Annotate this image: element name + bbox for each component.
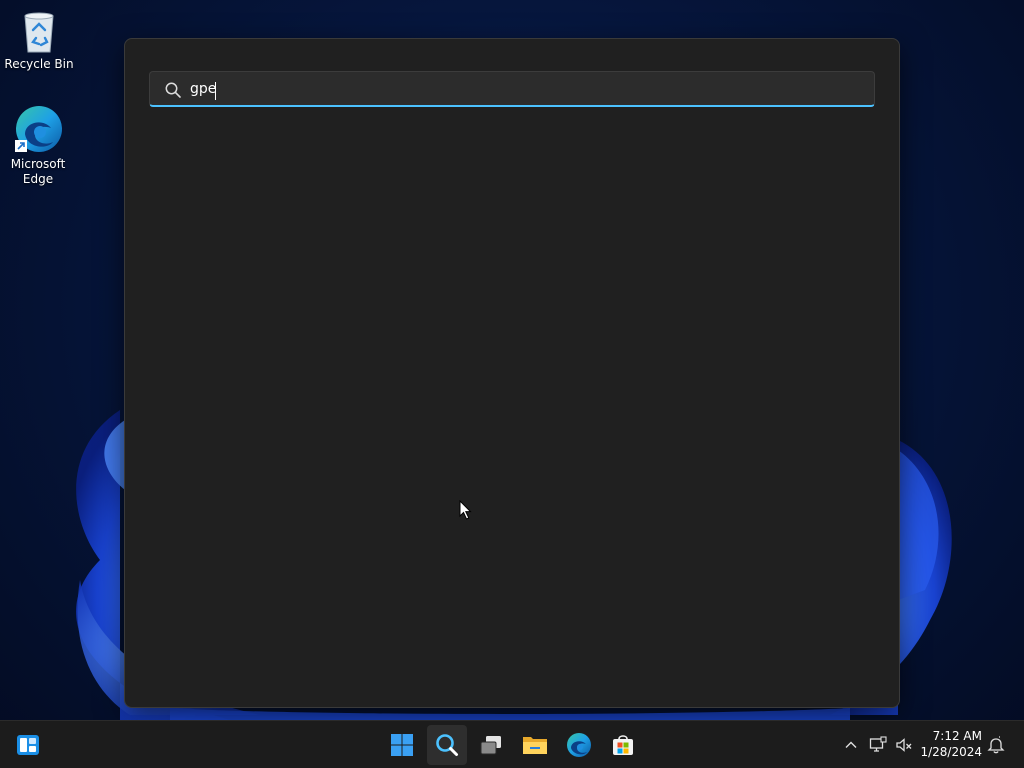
task-view-icon (480, 736, 501, 755)
folder-icon (523, 737, 547, 754)
network-status-button[interactable] (866, 733, 890, 757)
clock-time: 7:12 AM (932, 729, 982, 743)
taskbar-store-button[interactable] (603, 725, 643, 765)
desktop-icon-recycle-bin[interactable]: Recycle Bin (1, 8, 77, 72)
volume-muted-icon (896, 738, 912, 752)
search-box[interactable] (149, 71, 875, 107)
text-caret (215, 82, 216, 100)
edge-icon (15, 106, 62, 152)
windows-logo-icon (391, 734, 413, 756)
desktop-icon-label: Microsoft Edge (10, 157, 66, 186)
taskbar-edge-button[interactable] (559, 725, 599, 765)
taskbar-clock[interactable]: 7:12 AM 1/28/2024 (912, 728, 982, 760)
edge-icon (567, 733, 591, 757)
recycle-bin-icon (24, 12, 54, 53)
mouse-cursor-icon (459, 500, 472, 520)
chevron-up-icon (845, 741, 857, 748)
taskbar: 7:12 AM 1/28/2024 (0, 720, 1024, 768)
search-input[interactable] (190, 76, 860, 102)
widgets-icon (17, 735, 39, 755)
notifications-button[interactable] (984, 733, 1008, 757)
desktop: Recycle Bin Microsoft Edge gpe 7:12 AM 1… (0, 0, 1024, 768)
search-icon (165, 82, 181, 98)
taskbar-start-button[interactable] (382, 725, 422, 765)
clock-date: 1/28/2024 (920, 745, 982, 759)
store-icon (613, 735, 633, 755)
search-icon (436, 734, 458, 756)
notification-icon (987, 736, 1005, 754)
desktop-icon-edge[interactable]: Microsoft Edge (0, 104, 76, 187)
search-panel (124, 38, 900, 708)
show-hidden-icons-button[interactable] (839, 733, 863, 757)
desktop-icon-label: Recycle Bin (4, 57, 74, 71)
network-icon (869, 736, 887, 752)
taskbar-search-button[interactable] (427, 725, 467, 765)
widgets-button[interactable] (8, 725, 48, 765)
taskbar-file-explorer-button[interactable] (515, 725, 555, 765)
taskbar-task-view-button[interactable] (471, 725, 511, 765)
